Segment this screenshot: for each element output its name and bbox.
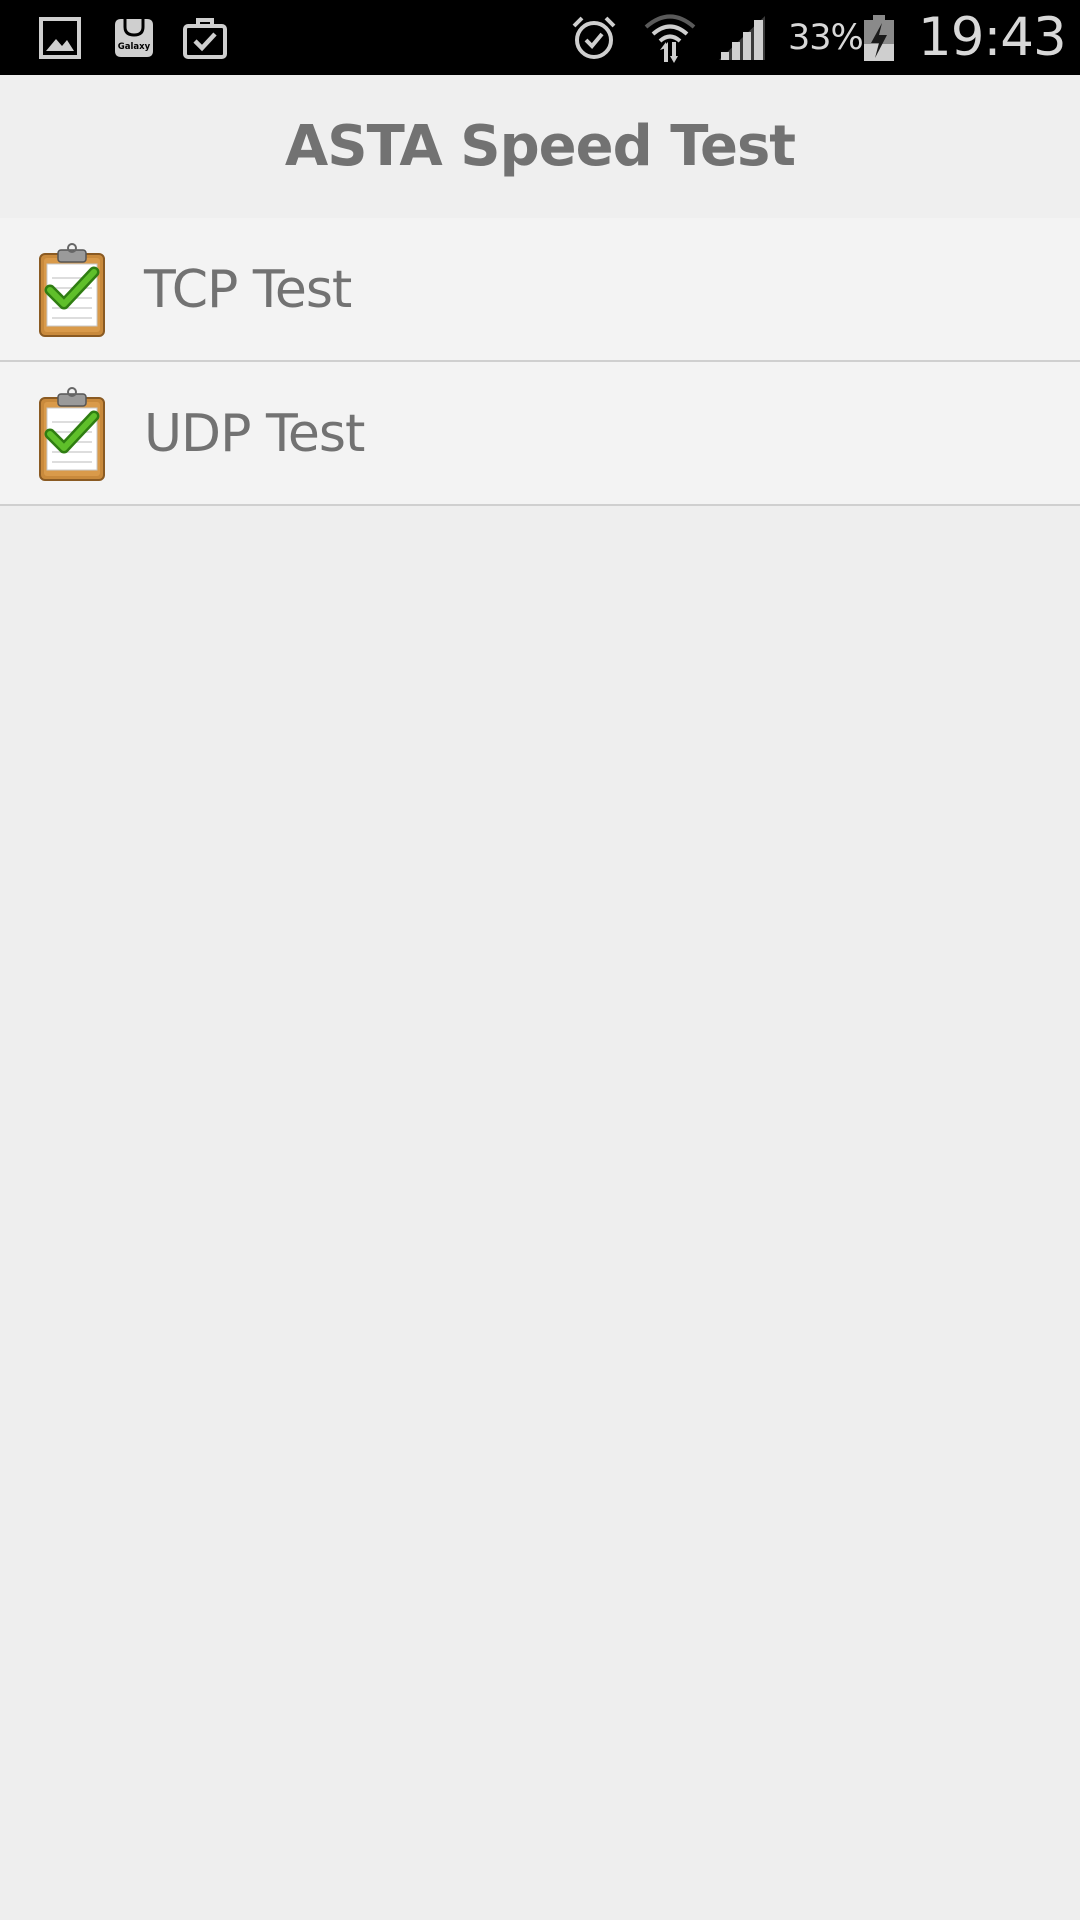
briefcase-check-icon [182, 0, 228, 75]
action-bar: ASTA Speed Test [0, 75, 1080, 218]
list-item-udp-test[interactable]: UDP Test [0, 362, 1080, 506]
wifi-icon [642, 0, 698, 75]
clipboard-check-icon [36, 386, 108, 482]
clock: 19:43 [918, 7, 1067, 68]
gallery-icon [38, 0, 82, 75]
list-item-label: UDP Test [144, 404, 365, 464]
signal-icon [716, 0, 768, 75]
galaxy-badge-text: Galaxy [118, 42, 151, 52]
list-item-label: TCP Test [144, 260, 352, 320]
battery-charging-icon [862, 0, 896, 75]
test-list: TCP Test UDP Test [0, 218, 1080, 506]
clipboard-check-icon [36, 242, 108, 338]
app-title: ASTA Speed Test [284, 114, 796, 179]
alarm-icon [570, 0, 618, 75]
battery-percent: 33% [788, 17, 864, 58]
list-item-tcp-test[interactable]: TCP Test [0, 218, 1080, 362]
galaxy-apps-icon: Galaxy [110, 0, 158, 75]
status-bar: Galaxy 33% 19:43 [0, 0, 1080, 75]
